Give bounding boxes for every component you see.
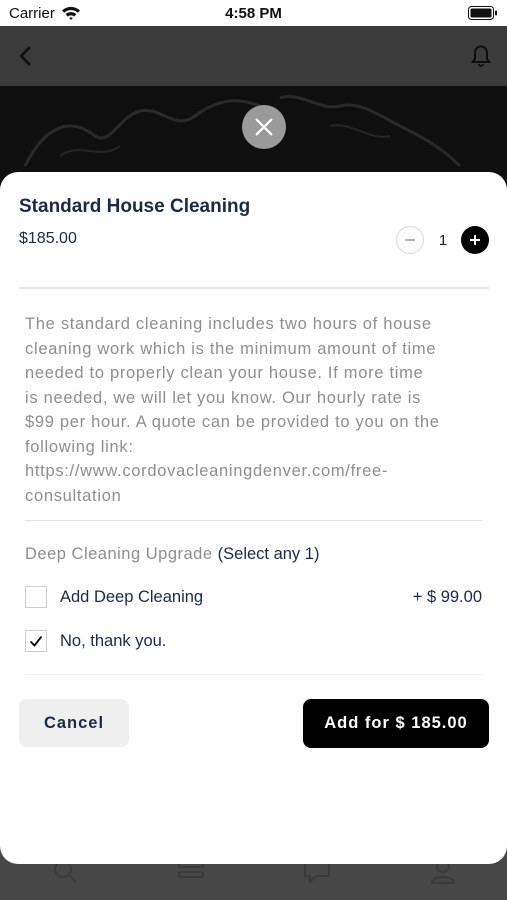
option-label: No, thank you. — [60, 632, 167, 650]
back-icon[interactable] — [14, 44, 38, 68]
close-button[interactable] — [242, 105, 286, 149]
status-bar: Carrier 4:58 PM — [0, 0, 507, 26]
divider — [25, 674, 482, 675]
minus-icon — [405, 239, 415, 241]
description-line: cleaning work which is the minimum amoun… — [25, 339, 437, 358]
quantity-decrease-button[interactable] — [396, 226, 424, 254]
quantity-value: 1 — [438, 232, 448, 249]
option-add-deep-cleaning[interactable]: Add Deep Cleaning + $ 99.00 — [25, 586, 482, 610]
plus-icon — [470, 235, 480, 245]
upgrade-note: (Select any 1) — [217, 545, 320, 563]
product-title: Standard House Cleaning — [19, 196, 251, 217]
divider — [25, 520, 482, 521]
description-line: is needed, we will let you know. Our hou… — [25, 388, 422, 407]
status-time: 4:58 PM — [225, 5, 282, 22]
description-line: https://www.cordovacleaningdenver.com/fr… — [25, 462, 389, 480]
cancel-button[interactable]: Cancel — [19, 699, 129, 747]
close-icon — [255, 118, 273, 136]
battery-icon — [468, 6, 497, 20]
option-no-thank-you[interactable]: No, thank you. — [25, 630, 482, 654]
product-description: The standard cleaning includes two hours… — [25, 312, 485, 508]
product-sheet: Standard House Cleaning $185.00 1 The st… — [0, 172, 507, 864]
description-line: consultation — [25, 486, 122, 505]
description-line: $99 per hour. A quote can be provided to… — [25, 413, 440, 431]
product-price: $185.00 — [19, 230, 77, 247]
upgrade-heading: Deep Cleaning Upgrade (Select any 1) — [25, 545, 319, 564]
bell-icon[interactable] — [469, 44, 493, 68]
checkbox-unchecked[interactable] — [25, 586, 47, 608]
description-line: needed to properly clean your house. If … — [25, 364, 424, 382]
divider — [19, 287, 489, 289]
option-label: Add Deep Cleaning — [60, 588, 204, 606]
description-line: The standard cleaning includes two hours… — [25, 315, 432, 333]
upgrade-title: Deep Cleaning Upgrade — [25, 545, 213, 563]
quantity-increase-button[interactable] — [461, 226, 489, 254]
option-price: + $ 99.00 — [412, 588, 482, 606]
description-line: following link: — [25, 437, 134, 456]
check-icon — [29, 635, 43, 647]
app-header — [0, 26, 507, 86]
checkbox-checked[interactable] — [25, 630, 47, 652]
add-to-cart-button[interactable]: Add for $ 185.00 — [303, 699, 489, 748]
